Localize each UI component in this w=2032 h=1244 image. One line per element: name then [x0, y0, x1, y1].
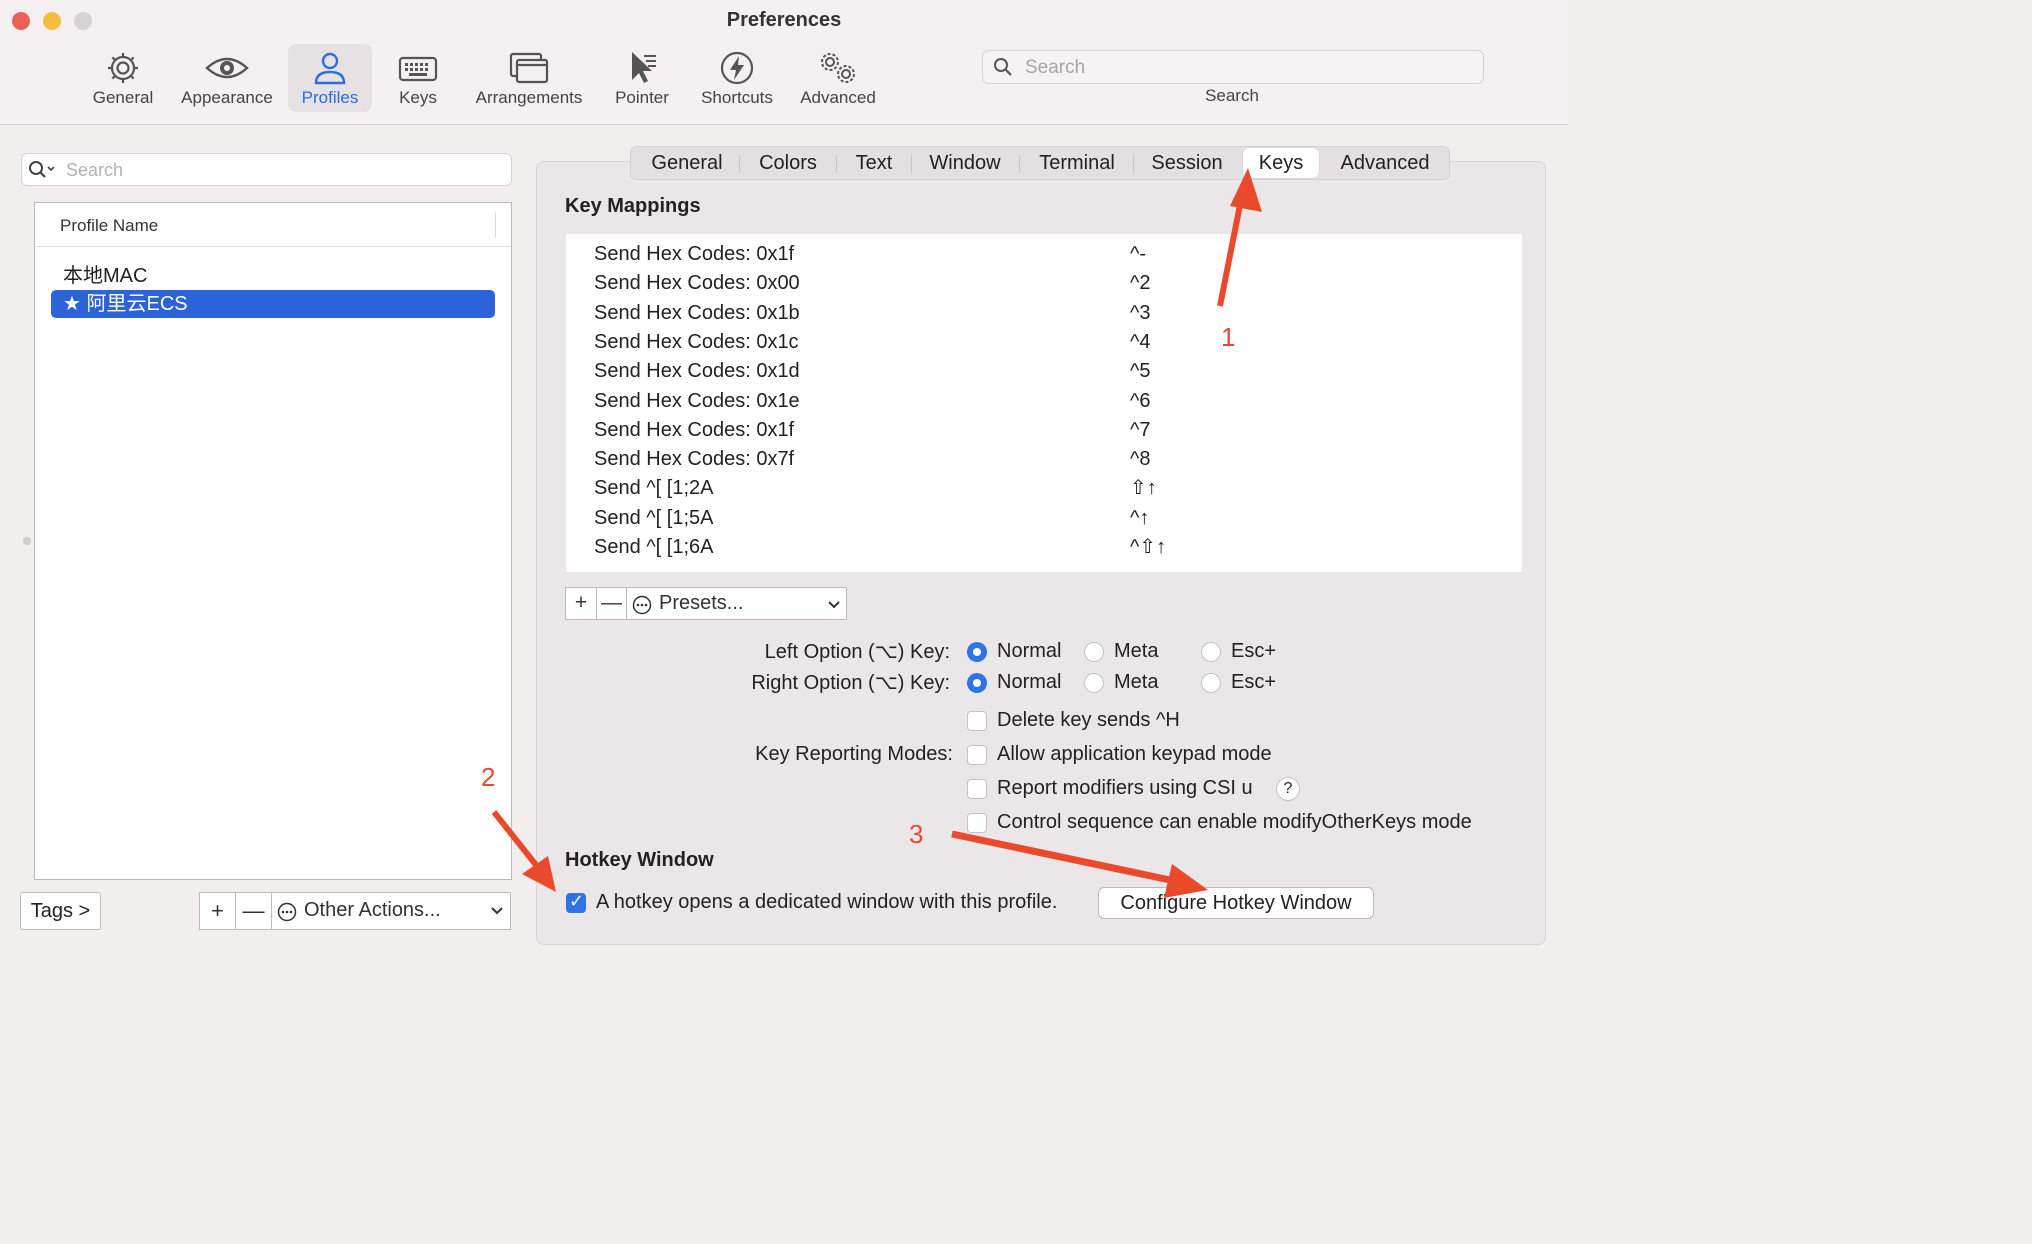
annotation-arrow-3 [951, 830, 1208, 898]
annotation-arrows [491, 168, 1262, 898]
annotation-arrow-1 [1217, 168, 1262, 307]
annotation-number-2: 2 [481, 762, 496, 792]
annotation-number-3: 3 [909, 819, 924, 849]
annotation-number-1: 1 [1221, 322, 1236, 352]
annotation-arrow-2 [491, 810, 556, 892]
